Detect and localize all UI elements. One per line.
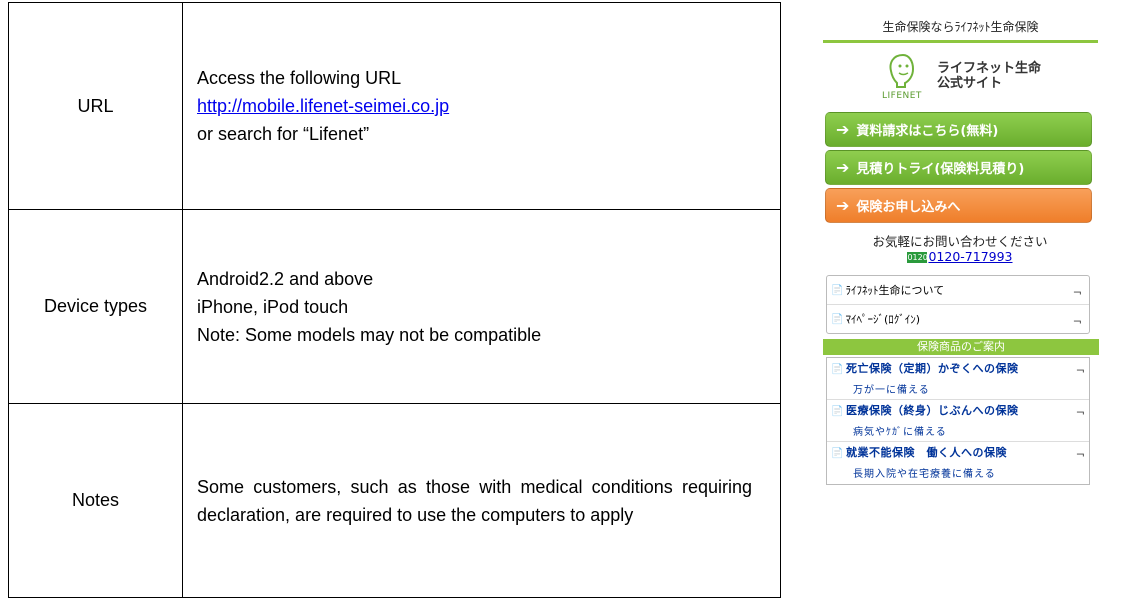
row-value-devices: Android2.2 and above iPhone, iPod touch … — [182, 209, 781, 404]
menu-item-mypage[interactable]: 📄 ﾏｲﾍﾟｰｼﾞ(ﾛｸﾞｲﾝ) ¬ — [827, 305, 1089, 333]
logo-text: ライフネット生命 公式サイト — [937, 61, 1041, 91]
menu-item-about-label: ﾗｲﾌﾈｯﾄ生命について — [845, 284, 945, 297]
menu-links: 📄 ﾗｲﾌﾈｯﾄ生命について ¬ 📄 ﾏｲﾍﾟｰｼﾞ(ﾛｸﾞｲﾝ) ¬ — [826, 275, 1090, 334]
menu-item-mypage-label: ﾏｲﾍﾟｰｼﾞ(ﾛｸﾞｲﾝ) — [845, 313, 921, 326]
product-subtitle: 長期入院や在宅療養に備える — [853, 469, 996, 480]
table-row-notes: Notes Some customers, such as those with… — [8, 403, 781, 598]
corner-arrow-icon: ¬ — [1075, 448, 1085, 461]
apply-label: 保険お申し込みへ — [856, 200, 961, 215]
contact-block: お気軽にお問い合わせください 01200120-717993 — [816, 234, 1104, 264]
search-instruction: or search for “Lifenet” — [197, 124, 370, 145]
document-icon: 📄 — [831, 364, 844, 375]
product-subtitle: 病気やｹｶﾞに備える — [853, 427, 947, 438]
request-materials-label: 資料請求はこちら(無料) — [856, 124, 999, 139]
free-dial-icon: 0120 — [907, 252, 928, 263]
logo-line-2: 公式サイト — [936, 76, 1002, 91]
product-title: 死亡保険（定期）かぞくへの保険 — [845, 362, 1019, 375]
product-subtitle: 万が一に備える — [853, 385, 930, 396]
lifenet-logo-icon: LIFENET — [879, 51, 927, 101]
estimate-label: 見積りトライ(保険料見積り) — [856, 162, 1025, 177]
document-icon: 📄 — [831, 313, 844, 325]
device-line-iphone: iPhone, iPod touch — [197, 296, 349, 317]
site-tagline: 生命保険ならﾗｲﾌﾈｯﾄ生命保険 — [823, 18, 1098, 43]
document-icon: 📄 — [831, 448, 844, 459]
product-item-disability-insurance[interactable]: 📄 就業不能保険 働く人への保険 長期入院や在宅療養に備える ¬ — [827, 442, 1089, 484]
document-icon: 📄 — [831, 406, 844, 417]
request-materials-button[interactable]: ➔ 資料請求はこちら(無料) — [825, 112, 1092, 147]
row-label-notes: Notes — [8, 403, 183, 598]
logo-line-1: ライフネット生命 — [936, 61, 1041, 76]
device-line-android: Android2.2 and above — [197, 268, 374, 289]
phone-number-link[interactable]: 0120-717993 — [928, 249, 1012, 264]
estimate-button[interactable]: ➔ 見積りトライ(保険料見積り) — [825, 150, 1092, 185]
apply-button[interactable]: ➔ 保険お申し込みへ — [825, 188, 1092, 223]
product-list: 📄 死亡保険（定期）かぞくへの保険 万が一に備える ¬ 📄 医療保険（終身）じぶんへ… — [826, 357, 1090, 485]
logo-wordmark: LIFENET — [881, 91, 922, 101]
product-item-medical-insurance[interactable]: 📄 医療保険（終身）じぶんへの保険 病気やｹｶﾞに備える ¬ — [827, 400, 1089, 442]
mobile-site-link[interactable]: http://mobile.lifenet-seimei.co.jp — [197, 96, 449, 116]
menu-item-about[interactable]: 📄 ﾗｲﾌﾈｯﾄ生命について ¬ — [827, 276, 1089, 305]
product-title: 就業不能保険 働く人への保険 — [845, 446, 1007, 459]
products-section-title: 保険商品のご案内 — [823, 339, 1099, 355]
arrow-right-icon: ➔ — [836, 196, 850, 215]
product-item-death-insurance[interactable]: 📄 死亡保険（定期）かぞくへの保険 万が一に備える ¬ — [827, 358, 1089, 400]
document-icon: 📄 — [831, 284, 844, 296]
contact-text: お気軽にお問い合わせください — [872, 234, 1048, 249]
notes-text: Some customers, such as those with medic… — [197, 476, 752, 525]
arrow-right-icon: ➔ — [836, 120, 850, 139]
row-value-notes: Some customers, such as those with medic… — [182, 403, 781, 598]
url-instruction: Access the following URL — [197, 68, 402, 89]
row-label-url: URL — [8, 1, 183, 211]
row-value-url: Access the following URL http://mobile.l… — [182, 1, 781, 211]
table-row-devices: Device types Android2.2 and above iPhone… — [8, 209, 781, 404]
site-logo[interactable]: LIFENET ライフネット生命 公式サイト — [816, 47, 1104, 105]
product-title: 医療保険（終身）じぶんへの保険 — [845, 404, 1019, 417]
info-table: URL Access the following URL http://mobi… — [8, 1, 781, 598]
device-line-note: Note: Some models may not be compatible — [197, 324, 542, 345]
mobile-site-preview: 生命保険ならﾗｲﾌﾈｯﾄ生命保険 LIFENET ライフネット生命 公式サイト … — [816, 18, 1104, 485]
arrow-right-icon: ➔ — [836, 158, 850, 177]
row-label-devices: Device types — [8, 209, 183, 404]
corner-arrow-icon: ¬ — [1075, 406, 1085, 419]
corner-arrow-icon: ¬ — [1072, 315, 1082, 328]
corner-arrow-icon: ¬ — [1075, 364, 1085, 377]
corner-arrow-icon: ¬ — [1072, 286, 1082, 299]
table-row-url: URL Access the following URL http://mobi… — [8, 1, 781, 211]
